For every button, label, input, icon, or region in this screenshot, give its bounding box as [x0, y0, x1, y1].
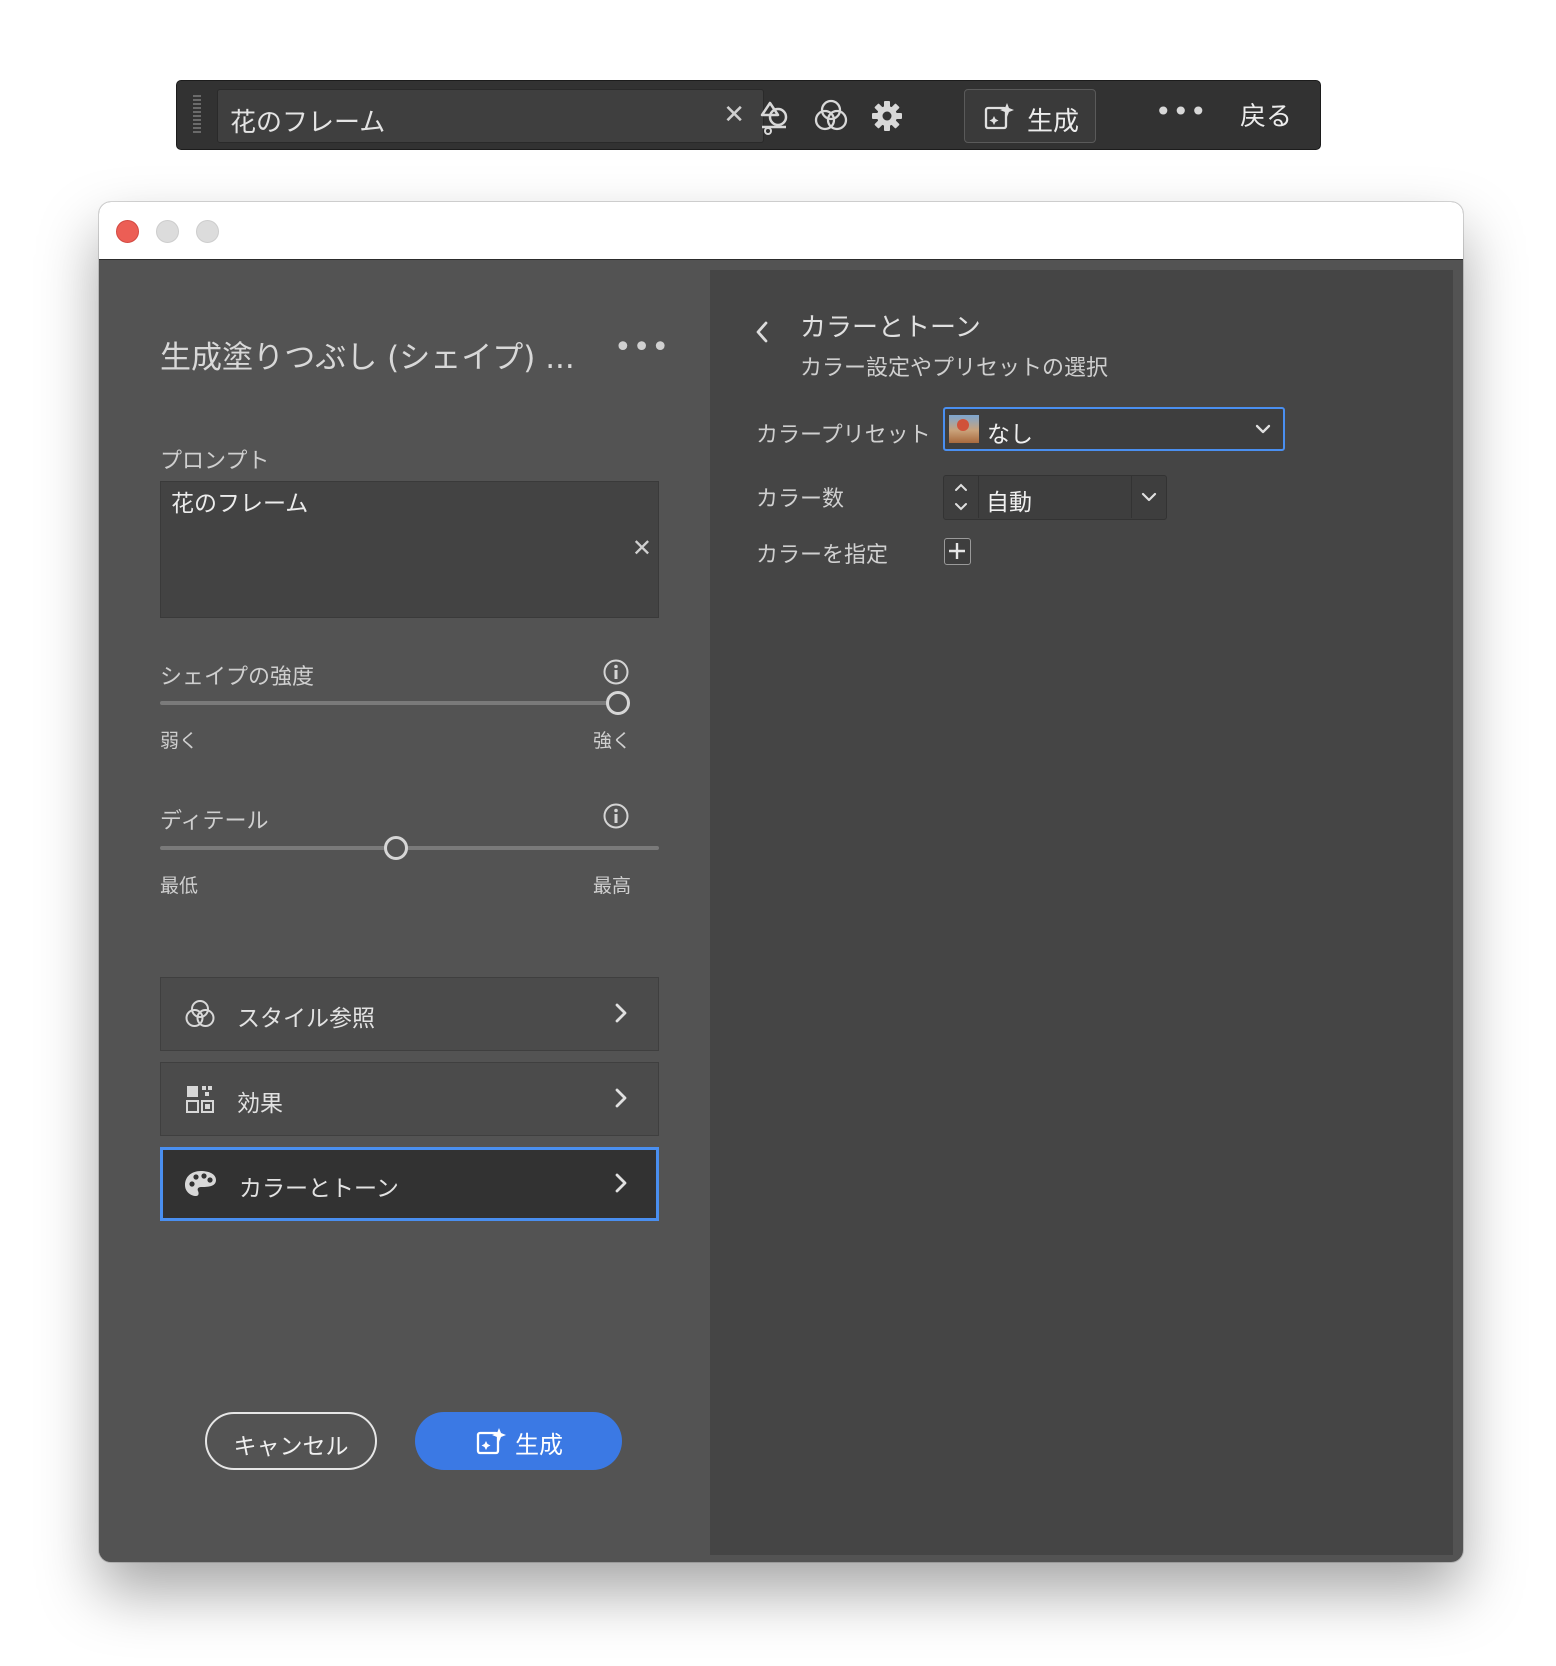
effects-icon — [186, 1086, 214, 1113]
detail-thumb[interactable] — [384, 836, 408, 860]
shape-strength-thumb[interactable] — [606, 691, 630, 715]
nav-item-color-and-tone[interactable]: カラーとトーン — [160, 1147, 659, 1221]
stepper-up-down-icon — [955, 483, 967, 511]
detail-label: ディテール — [160, 809, 269, 834]
clear-icon[interactable]: ✕ — [632, 534, 652, 562]
color-tone-panel: カラーとトーン カラー設定やプリセットの選択 カラープリセット なし カラー数 … — [710, 270, 1453, 1555]
prompt-field[interactable]: 花のフレーム ✕ — [217, 89, 764, 143]
shape-reference-icon[interactable] — [756, 97, 794, 135]
chevron-right-icon — [615, 1088, 627, 1108]
chevron-down-icon — [1141, 492, 1157, 502]
style-reference-icon — [185, 1000, 215, 1027]
detail-max-label: 最高 — [593, 875, 632, 897]
color-tone-title: カラーとトーン — [800, 313, 981, 343]
detail-track[interactable] — [160, 846, 659, 850]
shape-strength-max-label: 強く — [593, 730, 632, 752]
taskbar-generate-button[interactable]: 生成 — [964, 89, 1096, 143]
shape-strength-label: シェイプの強度 — [160, 665, 315, 690]
chevron-right-icon — [615, 1003, 627, 1023]
shape-strength-min-label: 弱く — [160, 730, 199, 752]
color-preset-value: なし — [987, 422, 1033, 448]
panel-title: 生成塗りつぶし (シェイプ) ... — [160, 340, 575, 376]
chevron-left-icon[interactable] — [754, 320, 770, 344]
preset-thumbnail — [949, 415, 979, 443]
title-bar — [99, 202, 1463, 260]
stepper-arrows[interactable] — [944, 476, 979, 518]
color-count-value: 自動 — [986, 490, 1032, 516]
plus-icon — [949, 543, 965, 559]
nav-item-effects[interactable]: 効果 — [160, 1062, 659, 1136]
color-preset-label: カラープリセット — [756, 423, 931, 448]
clear-icon[interactable]: ✕ — [723, 100, 745, 130]
generate-button[interactable]: 生成 — [415, 1412, 622, 1470]
more-options-icon[interactable]: ••• — [1155, 95, 1208, 128]
generate-sparkle-icon — [984, 103, 1014, 130]
zoom-window-button[interactable] — [196, 220, 219, 243]
back-button[interactable]: 戻る — [1240, 96, 1292, 133]
info-icon[interactable] — [603, 803, 629, 829]
prompt-text: 花のフレーム — [171, 491, 309, 517]
chevron-down-icon — [1255, 424, 1271, 434]
more-options-icon[interactable]: ••• — [614, 330, 670, 365]
nav-item-style-reference[interactable]: スタイル参照 — [160, 977, 659, 1051]
close-window-button[interactable] — [116, 220, 139, 243]
drag-handle[interactable] — [193, 95, 201, 135]
shape-strength-track[interactable] — [160, 701, 610, 705]
chevron-right-icon — [615, 1173, 627, 1193]
generate-button-label: 生成 — [515, 1431, 563, 1459]
color-preset-dropdown[interactable]: なし — [943, 407, 1285, 451]
nav-item-label: カラーとトーン — [239, 1176, 399, 1202]
generative-fill-window: 生成塗りつぶし (シェイプ) ... ••• プロンプト 花のフレーム ✕ シェ… — [99, 202, 1463, 1562]
specify-color-label: カラーを指定 — [756, 543, 889, 568]
taskbar-generate-label: 生成 — [1027, 107, 1080, 137]
color-tone-subtitle: カラー設定やプリセットの選択 — [800, 356, 1109, 381]
cancel-button-label: キャンセル — [233, 1434, 349, 1460]
cancel-button[interactable]: キャンセル — [205, 1412, 377, 1470]
add-color-button[interactable] — [944, 538, 971, 565]
color-count-label: カラー数 — [756, 487, 845, 512]
color-count-dropdown[interactable] — [1131, 476, 1166, 518]
contextual-task-bar: 花のフレーム ✕ 生成 ••• 戻る — [176, 80, 1321, 150]
prompt-label: プロンプト — [160, 449, 270, 474]
nav-item-label: 効果 — [237, 1091, 283, 1117]
detail-min-label: 最低 — [160, 875, 199, 897]
prompt-textarea[interactable]: 花のフレーム ✕ — [160, 481, 659, 618]
info-icon[interactable] — [603, 659, 629, 685]
prompt-field-value: 花のフレーム — [230, 108, 386, 138]
generate-sparkle-icon — [476, 1428, 506, 1455]
palette-icon — [185, 1171, 216, 1196]
style-reference-icon[interactable] — [812, 97, 850, 135]
left-panel: 生成塗りつぶし (シェイプ) ... ••• プロンプト 花のフレーム ✕ シェ… — [99, 260, 710, 1562]
nav-item-label: スタイル参照 — [237, 1006, 375, 1032]
minimize-window-button[interactable] — [156, 220, 179, 243]
gear-icon[interactable] — [868, 97, 906, 135]
color-count-stepper[interactable]: 自動 — [943, 475, 1167, 520]
